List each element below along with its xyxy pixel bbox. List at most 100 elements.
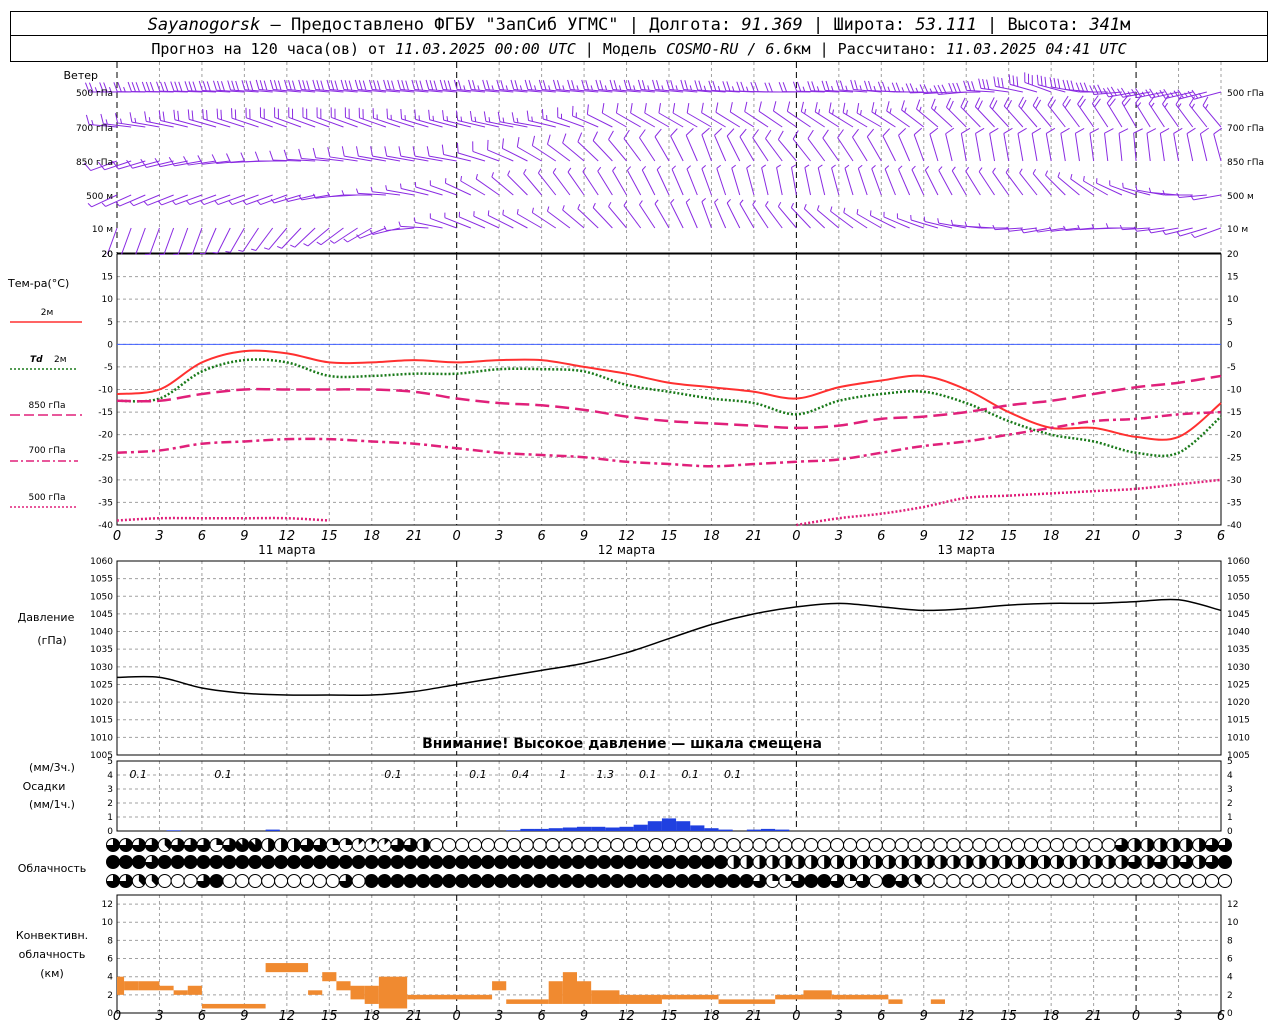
wind-barb-feather — [426, 146, 430, 157]
temp-hour-label: 0 — [113, 529, 121, 544]
wind-barb-feather — [170, 81, 175, 92]
cloud-octa-icon — [933, 838, 948, 852]
wind-barb-staff — [787, 110, 811, 128]
header: Sayanogorsk — Предоставлено ФГБУ "ЗапСиб… — [10, 11, 1268, 62]
cloud-octa-ring — [998, 838, 1013, 852]
cloud-octa-icon — [1011, 838, 1026, 852]
temp-ytick-left: 10 — [102, 295, 114, 305]
wind-barb — [121, 227, 132, 255]
cloud-octa-ring — [623, 838, 638, 852]
wind-barb-feather — [306, 80, 310, 91]
conv-hour-label: 9 — [580, 1009, 588, 1024]
cloud-octa-fill — [1134, 838, 1141, 852]
cloud-octa-icon — [1088, 874, 1103, 888]
wind-barb-feather — [186, 200, 191, 205]
wind-barb-feather — [1031, 127, 1041, 134]
wind-barb — [251, 227, 274, 251]
wind-barb-staff — [217, 227, 231, 254]
cloud-octa-icon — [532, 855, 547, 869]
wind-barb — [884, 165, 896, 196]
wind-barb-feather — [933, 105, 937, 111]
wind-barb-feather — [685, 127, 694, 136]
wind-barb-feather — [441, 144, 445, 155]
precip-bar — [619, 826, 634, 831]
wind-barb — [960, 127, 971, 162]
convective-bar — [336, 981, 351, 991]
wind-barb — [552, 168, 571, 196]
cloud-octa-fill — [494, 855, 508, 869]
wind-barb-feather — [777, 201, 782, 207]
cloud-octa-icon — [480, 855, 495, 869]
cloud-octa-icon — [1049, 855, 1064, 869]
wind-barb — [822, 129, 840, 162]
wind-barb — [329, 227, 358, 244]
wind-barb — [989, 97, 1010, 128]
wind-barb-staff — [1003, 133, 1010, 162]
wind-barb-feather — [956, 82, 961, 93]
cloud-octa-ring — [700, 838, 715, 852]
cloud-octa-icon — [985, 838, 1000, 852]
wind-barb — [129, 194, 160, 207]
cloud-octa-icon — [442, 874, 457, 888]
cloud-octa-icon — [1011, 855, 1026, 869]
wind-barb-feather — [320, 80, 325, 91]
wind-barb — [1191, 227, 1222, 239]
wind-barb-staff — [1017, 133, 1024, 162]
cloud-octa-fill — [584, 855, 598, 869]
wind-barb — [1187, 89, 1222, 100]
cloud-octa-fill — [403, 874, 417, 888]
wind-barb-staff — [951, 170, 967, 196]
precip-3h-label: 0.1 — [384, 768, 402, 781]
cloud-octa-ring — [1024, 838, 1039, 852]
cloud-octa-icon — [248, 874, 263, 888]
cloud-octa-icon — [765, 855, 780, 869]
wind-barb-staff — [260, 116, 288, 128]
temp-ytick-left: 5 — [107, 318, 113, 328]
wind-barb — [608, 130, 627, 162]
wind-barb-feather — [1036, 74, 1039, 85]
cloud-octa-fill — [442, 855, 456, 869]
wind-barb-feather — [1145, 89, 1152, 99]
wind-barb — [502, 209, 528, 229]
wind-barb — [546, 134, 571, 162]
press-ytick-left: 1025 — [90, 680, 113, 690]
wind-barb-staff — [882, 135, 896, 162]
wind-barb-feather — [612, 166, 617, 172]
wind-level-label-left: 10 м — [92, 225, 113, 235]
wind-barb-feather — [765, 201, 769, 206]
cloud-octa-icon — [791, 855, 806, 869]
cloud-octa-ring — [235, 874, 250, 888]
wind-barb-feather — [989, 97, 995, 107]
wind-barb — [135, 227, 146, 255]
wind-barb-feather — [507, 170, 511, 176]
wind-barb-staff — [1159, 133, 1165, 162]
wind-barb-feather — [845, 85, 848, 91]
wind-barb-feather — [884, 165, 890, 170]
wind-barb-feather — [729, 102, 733, 113]
cloud-octa-fill — [733, 855, 741, 869]
wind-barb-feather — [131, 82, 136, 92]
wind-barb — [1121, 94, 1137, 128]
wind-barb-feather — [637, 79, 642, 90]
wind-barb-staff — [1213, 133, 1222, 162]
wind-barb-feather — [1186, 127, 1196, 135]
cloud-octa-fill — [584, 874, 598, 888]
cloud-octa-fill — [662, 874, 676, 888]
wind-barb-feather — [608, 201, 612, 207]
cloud-octa-icon — [170, 874, 185, 888]
wind-barb-feather — [1053, 77, 1057, 88]
cloud-octa-icon — [687, 874, 702, 888]
press-ytick-left: 1045 — [90, 610, 113, 620]
wind-barb-feather — [967, 80, 972, 91]
cloud-octa-fill — [352, 855, 366, 869]
temp-hour-label: 12 — [958, 529, 975, 544]
cloud-octa-icon — [429, 855, 444, 869]
cloud-octa-fill — [507, 874, 521, 888]
wind-barb-staff — [177, 227, 189, 255]
wind-barb-feather — [562, 133, 567, 144]
wind-barb-feather — [487, 210, 490, 216]
wind-barb-feather — [672, 103, 676, 114]
press-ytick-right: 1040 — [1227, 628, 1250, 638]
conv-ytick-right: 4 — [1227, 973, 1233, 983]
cloud-octa-fill — [339, 855, 353, 869]
